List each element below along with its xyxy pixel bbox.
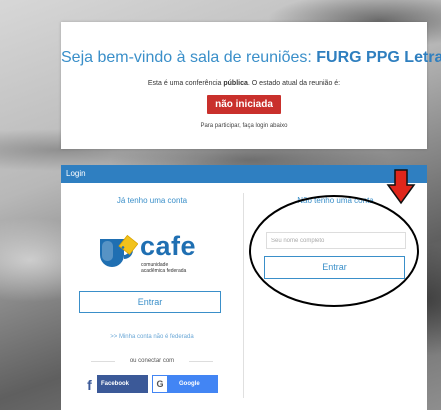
federated-enter-button[interactable]: Entrar (79, 291, 221, 313)
login-panel: Login Já tenho uma conta cafe comunidade… (61, 165, 427, 410)
cafe-wordmark: cafe (140, 231, 197, 261)
cafe-tagline-2: acadêmica federada (141, 268, 187, 274)
not-federated-link[interactable]: >> Minha conta não é federada (61, 334, 243, 340)
existing-account-column: Já tenho uma conta cafe comunidade acadê… (61, 183, 243, 410)
google-icon: G (153, 376, 167, 392)
existing-account-heading: Já tenho uma conta (116, 196, 188, 205)
divider-line-right (189, 361, 213, 362)
conference-status-text: Esta é uma conferência pública. O estado… (61, 80, 427, 87)
status-public: pública (223, 80, 248, 87)
google-label: Google (179, 381, 200, 387)
login-header: Login (61, 165, 427, 183)
welcome-title: Seja bem-vindo à sala de reuniões: FURG … (61, 49, 441, 67)
status-suffix: . O estado atual da reunião é: (247, 80, 341, 87)
cafe-logo: cafe comunidade acadêmica federada (92, 231, 212, 276)
welcome-title-prefix: Seja bem-vindo à sala de reuniões: (61, 49, 312, 66)
welcome-panel: Seja bem-vindo à sala de reuniões: FURG … (61, 22, 441, 149)
meeting-state-badge: não iniciada (207, 95, 281, 114)
facebook-icon: f (82, 375, 97, 393)
facebook-label: Facebook (101, 381, 130, 387)
login-hint: Para participar, faça login abaixo (200, 123, 288, 129)
facebook-login-button[interactable]: f Facebook (82, 375, 148, 393)
room-name: FURG PPG Letras (316, 49, 441, 66)
status-prefix: Esta é uma conferência (147, 80, 222, 87)
cafe-cup-icon (100, 234, 138, 267)
google-login-button[interactable]: G Google (152, 375, 218, 393)
guest-heading: Não tenho uma conta (297, 196, 374, 205)
full-name-input[interactable] (266, 232, 406, 249)
guest-enter-button[interactable]: Entrar (264, 256, 405, 279)
guest-column: Não tenho uma conta Entrar (244, 183, 427, 410)
